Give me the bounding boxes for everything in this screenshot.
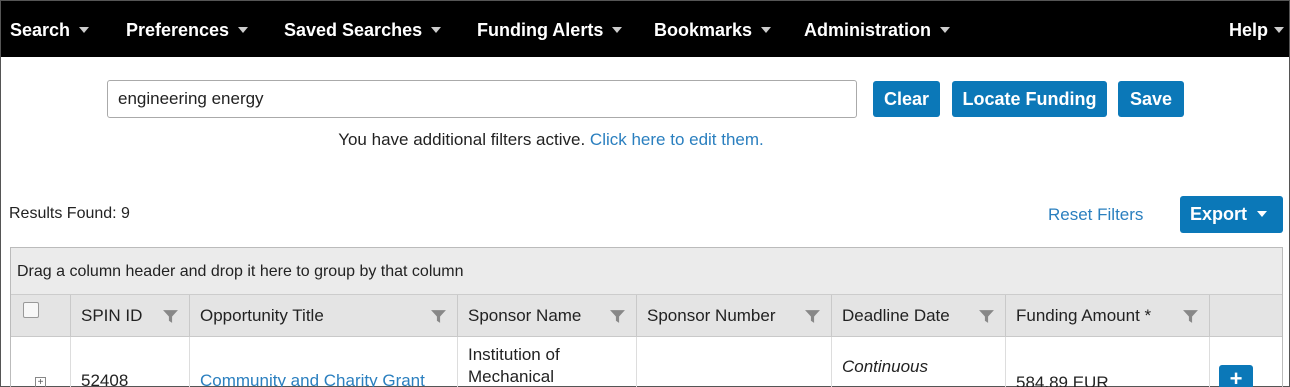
nav-help[interactable]: Help bbox=[1229, 1, 1285, 57]
spin-id-cell: 52408 bbox=[71, 337, 190, 387]
nav-search-label: Search bbox=[10, 20, 71, 40]
column-header-sponsor-number[interactable]: Sponsor Number bbox=[637, 295, 832, 337]
sponsor-name-line: Institution of bbox=[468, 345, 560, 364]
nav-saved-searches[interactable]: Saved Searches bbox=[284, 1, 442, 57]
opportunity-title-cell: Community and Charity Grant bbox=[190, 337, 458, 387]
export-label: Export bbox=[1190, 204, 1248, 224]
nav-saved-searches-label: Saved Searches bbox=[284, 20, 423, 40]
filter-icon[interactable] bbox=[804, 308, 821, 325]
reset-filters-link[interactable]: Reset Filters bbox=[1048, 205, 1143, 225]
locate-funding-button[interactable]: Locate Funding bbox=[952, 81, 1107, 117]
table-row: + 52408 Community and Charity Grant Inst… bbox=[11, 337, 1282, 387]
filter-icon[interactable] bbox=[162, 308, 179, 325]
funding-amount-cell: 584.89 EUR bbox=[1006, 337, 1210, 387]
select-column-header bbox=[11, 295, 71, 337]
column-header-sponsor-name[interactable]: Sponsor Name bbox=[458, 295, 637, 337]
chevron-down-icon bbox=[761, 27, 772, 34]
edit-filters-link[interactable]: Click here to edit them. bbox=[590, 130, 764, 149]
column-header-deadline-date[interactable]: Deadline Date bbox=[832, 295, 1006, 337]
column-header-label: SPIN ID bbox=[81, 306, 143, 325]
filter-icon[interactable] bbox=[1182, 308, 1199, 325]
expand-icon[interactable]: + bbox=[35, 377, 46, 387]
nav-administration-label: Administration bbox=[804, 20, 932, 40]
filter-icon[interactable] bbox=[430, 308, 447, 325]
chevron-down-icon bbox=[1274, 27, 1285, 34]
column-header-label: Funding Amount * bbox=[1016, 306, 1152, 325]
nav-help-label: Help bbox=[1229, 20, 1269, 40]
results-grid: Drag a column header and drop it here to… bbox=[10, 247, 1283, 387]
column-header-label: Sponsor Number bbox=[647, 306, 776, 325]
select-all-checkbox[interactable] bbox=[23, 302, 39, 318]
sponsor-name-cell: Institution of Mechanical bbox=[458, 337, 637, 387]
column-header-opportunity-title[interactable]: Opportunity Title bbox=[190, 295, 458, 337]
chevron-down-icon bbox=[1257, 211, 1268, 218]
chevron-down-icon bbox=[238, 27, 249, 34]
column-header-label: Opportunity Title bbox=[200, 306, 324, 325]
top-nav: Search Preferences Saved Searches Fundin… bbox=[1, 1, 1289, 57]
sponsor-number-cell bbox=[637, 337, 832, 387]
sponsor-name-line: Mechanical bbox=[468, 367, 554, 386]
plus-icon: + bbox=[1229, 366, 1243, 387]
nav-bookmarks[interactable]: Bookmarks bbox=[654, 1, 772, 57]
chevron-down-icon bbox=[431, 27, 442, 34]
add-bookmark-button[interactable]: + bbox=[1219, 365, 1253, 387]
nav-bookmarks-label: Bookmarks bbox=[654, 20, 753, 40]
results-count: Results Found: 9 bbox=[9, 205, 130, 222]
column-header-spin-id[interactable]: SPIN ID bbox=[71, 295, 190, 337]
chevron-down-icon bbox=[612, 27, 623, 34]
nav-search[interactable]: Search bbox=[10, 1, 90, 57]
grid-header-row: SPIN ID Opportunity Title Sponsor Name S… bbox=[11, 295, 1282, 337]
nav-preferences-label: Preferences bbox=[126, 20, 230, 40]
filter-icon[interactable] bbox=[609, 308, 626, 325]
nav-administration[interactable]: Administration bbox=[804, 1, 951, 57]
save-button[interactable]: Save bbox=[1118, 81, 1184, 117]
clear-button[interactable]: Clear bbox=[873, 81, 940, 117]
chevron-down-icon bbox=[940, 27, 951, 34]
nav-funding-alerts-label: Funding Alerts bbox=[477, 20, 604, 40]
export-button[interactable]: Export bbox=[1180, 196, 1283, 233]
search-input[interactable] bbox=[107, 80, 857, 118]
column-header-label: Sponsor Name bbox=[468, 306, 582, 325]
filters-note: You have additional filters active. Clic… bbox=[1, 130, 1101, 150]
filters-note-text: You have additional filters active. bbox=[338, 130, 586, 149]
row-expand-cell: + bbox=[11, 337, 71, 387]
group-drop-zone[interactable]: Drag a column header and drop it here to… bbox=[11, 248, 1282, 295]
deadline-cell: Continuous bbox=[832, 337, 1006, 387]
chevron-down-icon bbox=[79, 27, 90, 34]
nav-funding-alerts[interactable]: Funding Alerts bbox=[477, 1, 623, 57]
actions-column-header bbox=[1210, 295, 1282, 337]
filter-icon[interactable] bbox=[978, 308, 995, 325]
column-header-funding-amount[interactable]: Funding Amount * bbox=[1006, 295, 1210, 337]
nav-preferences[interactable]: Preferences bbox=[126, 1, 249, 57]
opportunity-title-link[interactable]: Community and Charity Grant bbox=[200, 371, 425, 387]
column-header-label: Deadline Date bbox=[842, 306, 950, 325]
